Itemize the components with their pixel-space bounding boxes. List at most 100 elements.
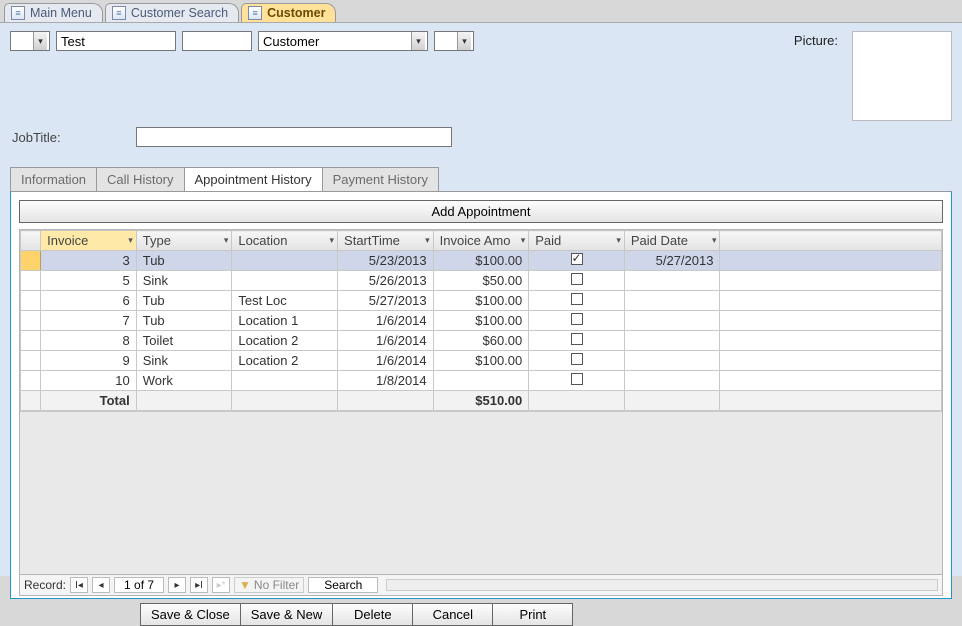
prev-record-button[interactable]: ◂ <box>92 577 110 593</box>
cell-amount[interactable]: $100.00 <box>433 351 529 371</box>
cell-type[interactable]: Sink <box>136 351 232 371</box>
chevron-down-icon[interactable]: ▾ <box>224 235 229 246</box>
cell-paid[interactable] <box>529 311 625 331</box>
cell-amount[interactable]: $100.00 <box>433 311 529 331</box>
cell-location[interactable]: Location 1 <box>232 311 338 331</box>
prefix-combo[interactable]: ▾ <box>10 31 50 51</box>
cell-invoice[interactable]: 5 <box>41 271 137 291</box>
chevron-down-icon[interactable]: ▾ <box>330 235 335 246</box>
cell-location[interactable]: Location 2 <box>232 331 338 351</box>
suffix-combo[interactable]: ▾ <box>434 31 474 51</box>
picture-box[interactable] <box>852 31 952 121</box>
row-selector[interactable] <box>21 371 41 391</box>
cell-paid-date[interactable] <box>624 271 720 291</box>
cell-location[interactable]: Test Loc <box>232 291 338 311</box>
jobtitle-input[interactable] <box>136 127 452 147</box>
cell-location[interactable] <box>232 371 338 391</box>
checkbox-icon[interactable] <box>571 333 583 345</box>
row-selector[interactable] <box>21 251 41 271</box>
table-row[interactable]: 9SinkLocation 21/6/2014$100.00 <box>21 351 942 371</box>
cell-type[interactable]: Toilet <box>136 331 232 351</box>
table-row[interactable]: 7TubLocation 11/6/2014$100.00 <box>21 311 942 331</box>
cell-type[interactable]: Sink <box>136 271 232 291</box>
cell-paid-date[interactable] <box>624 291 720 311</box>
cell-paid[interactable] <box>529 291 625 311</box>
checkbox-icon[interactable] <box>571 273 583 285</box>
checkbox-icon[interactable] <box>571 313 583 325</box>
cell-amount[interactable]: $100.00 <box>433 291 529 311</box>
chevron-down-icon[interactable]: ▾ <box>411 32 425 50</box>
cell-invoice[interactable]: 7 <box>41 311 137 331</box>
col-location[interactable]: Location▾ <box>232 231 338 251</box>
cell-location[interactable]: Location 2 <box>232 351 338 371</box>
next-record-button[interactable]: ▸ <box>168 577 186 593</box>
table-row[interactable]: 3Tub5/23/2013$100.005/27/2013 <box>21 251 942 271</box>
record-search-input[interactable] <box>308 577 378 593</box>
cell-paid[interactable] <box>529 351 625 371</box>
checkbox-icon[interactable] <box>571 353 583 365</box>
delete-button[interactable]: Delete <box>333 603 413 626</box>
row-selector[interactable] <box>21 271 41 291</box>
cancel-button[interactable]: Cancel <box>413 603 493 626</box>
cell-invoice[interactable]: 8 <box>41 331 137 351</box>
row-selector-header[interactable] <box>21 231 41 251</box>
cell-start[interactable]: 1/6/2014 <box>338 351 434 371</box>
chevron-down-icon[interactable]: ▾ <box>521 235 526 246</box>
tab-information[interactable]: Information <box>10 167 97 191</box>
filter-indicator[interactable]: ▼ No Filter <box>234 577 304 593</box>
table-row[interactable]: 5Sink5/26/2013$50.00 <box>21 271 942 291</box>
col-type[interactable]: Type▾ <box>136 231 232 251</box>
cell-paid-date[interactable] <box>624 371 720 391</box>
window-tab-main-menu[interactable]: ≡Main Menu <box>4 3 103 22</box>
cell-amount[interactable]: $100.00 <box>433 251 529 271</box>
record-position-input[interactable] <box>114 577 164 593</box>
cell-paid[interactable] <box>529 371 625 391</box>
cell-paid-date[interactable] <box>624 351 720 371</box>
tab-appointment-history[interactable]: Appointment History <box>184 167 323 191</box>
cell-start[interactable]: 1/8/2014 <box>338 371 434 391</box>
tab-payment-history[interactable]: Payment History <box>322 167 439 191</box>
row-selector[interactable] <box>21 311 41 331</box>
cell-paid[interactable] <box>529 331 625 351</box>
tab-call-history[interactable]: Call History <box>96 167 184 191</box>
cell-invoice[interactable]: 9 <box>41 351 137 371</box>
col-invoice-amo[interactable]: Invoice Amo▾ <box>433 231 529 251</box>
cell-paid-date[interactable] <box>624 311 720 331</box>
print-button[interactable]: Print <box>493 603 573 626</box>
cell-type[interactable]: Tub <box>136 311 232 331</box>
row-selector[interactable] <box>21 331 41 351</box>
table-row[interactable]: 6TubTest Loc5/27/2013$100.00 <box>21 291 942 311</box>
col-paid[interactable]: Paid▾ <box>529 231 625 251</box>
window-tab-customer[interactable]: ≡Customer <box>241 3 336 22</box>
cell-invoice[interactable]: 10 <box>41 371 137 391</box>
table-row[interactable]: 8ToiletLocation 21/6/2014$60.00 <box>21 331 942 351</box>
cell-invoice[interactable]: 3 <box>41 251 137 271</box>
chevron-down-icon[interactable]: ▾ <box>616 235 621 246</box>
row-selector[interactable] <box>21 351 41 371</box>
col-paid-date[interactable]: Paid Date▾ <box>624 231 720 251</box>
cell-location[interactable] <box>232 271 338 291</box>
suffix-input[interactable] <box>435 32 457 50</box>
cell-paid[interactable] <box>529 271 625 291</box>
cell-start[interactable]: 5/27/2013 <box>338 291 434 311</box>
first-record-button[interactable]: I◂ <box>70 577 88 593</box>
appointment-grid[interactable]: Invoice▾Type▾Location▾StartTime▾Invoice … <box>20 230 942 411</box>
chevron-down-icon[interactable]: ▾ <box>425 235 430 246</box>
cell-amount[interactable]: $50.00 <box>433 271 529 291</box>
prefix-input[interactable] <box>11 32 33 50</box>
cell-start[interactable]: 5/23/2013 <box>338 251 434 271</box>
checkbox-icon[interactable] <box>571 293 583 305</box>
cell-invoice[interactable]: 6 <box>41 291 137 311</box>
cell-amount[interactable] <box>433 371 529 391</box>
horizontal-scrollbar[interactable] <box>386 579 938 591</box>
last-name-combo[interactable]: ▾ <box>258 31 428 51</box>
cell-location[interactable] <box>232 251 338 271</box>
first-name-input[interactable] <box>56 31 176 51</box>
cell-start[interactable]: 1/6/2014 <box>338 331 434 351</box>
save-close-button[interactable]: Save & Close <box>140 603 241 626</box>
cell-amount[interactable]: $60.00 <box>433 331 529 351</box>
cell-type[interactable]: Work <box>136 371 232 391</box>
cell-type[interactable]: Tub <box>136 291 232 311</box>
middle-name-input[interactable] <box>182 31 252 51</box>
add-appointment-button[interactable]: Add Appointment <box>19 200 943 223</box>
